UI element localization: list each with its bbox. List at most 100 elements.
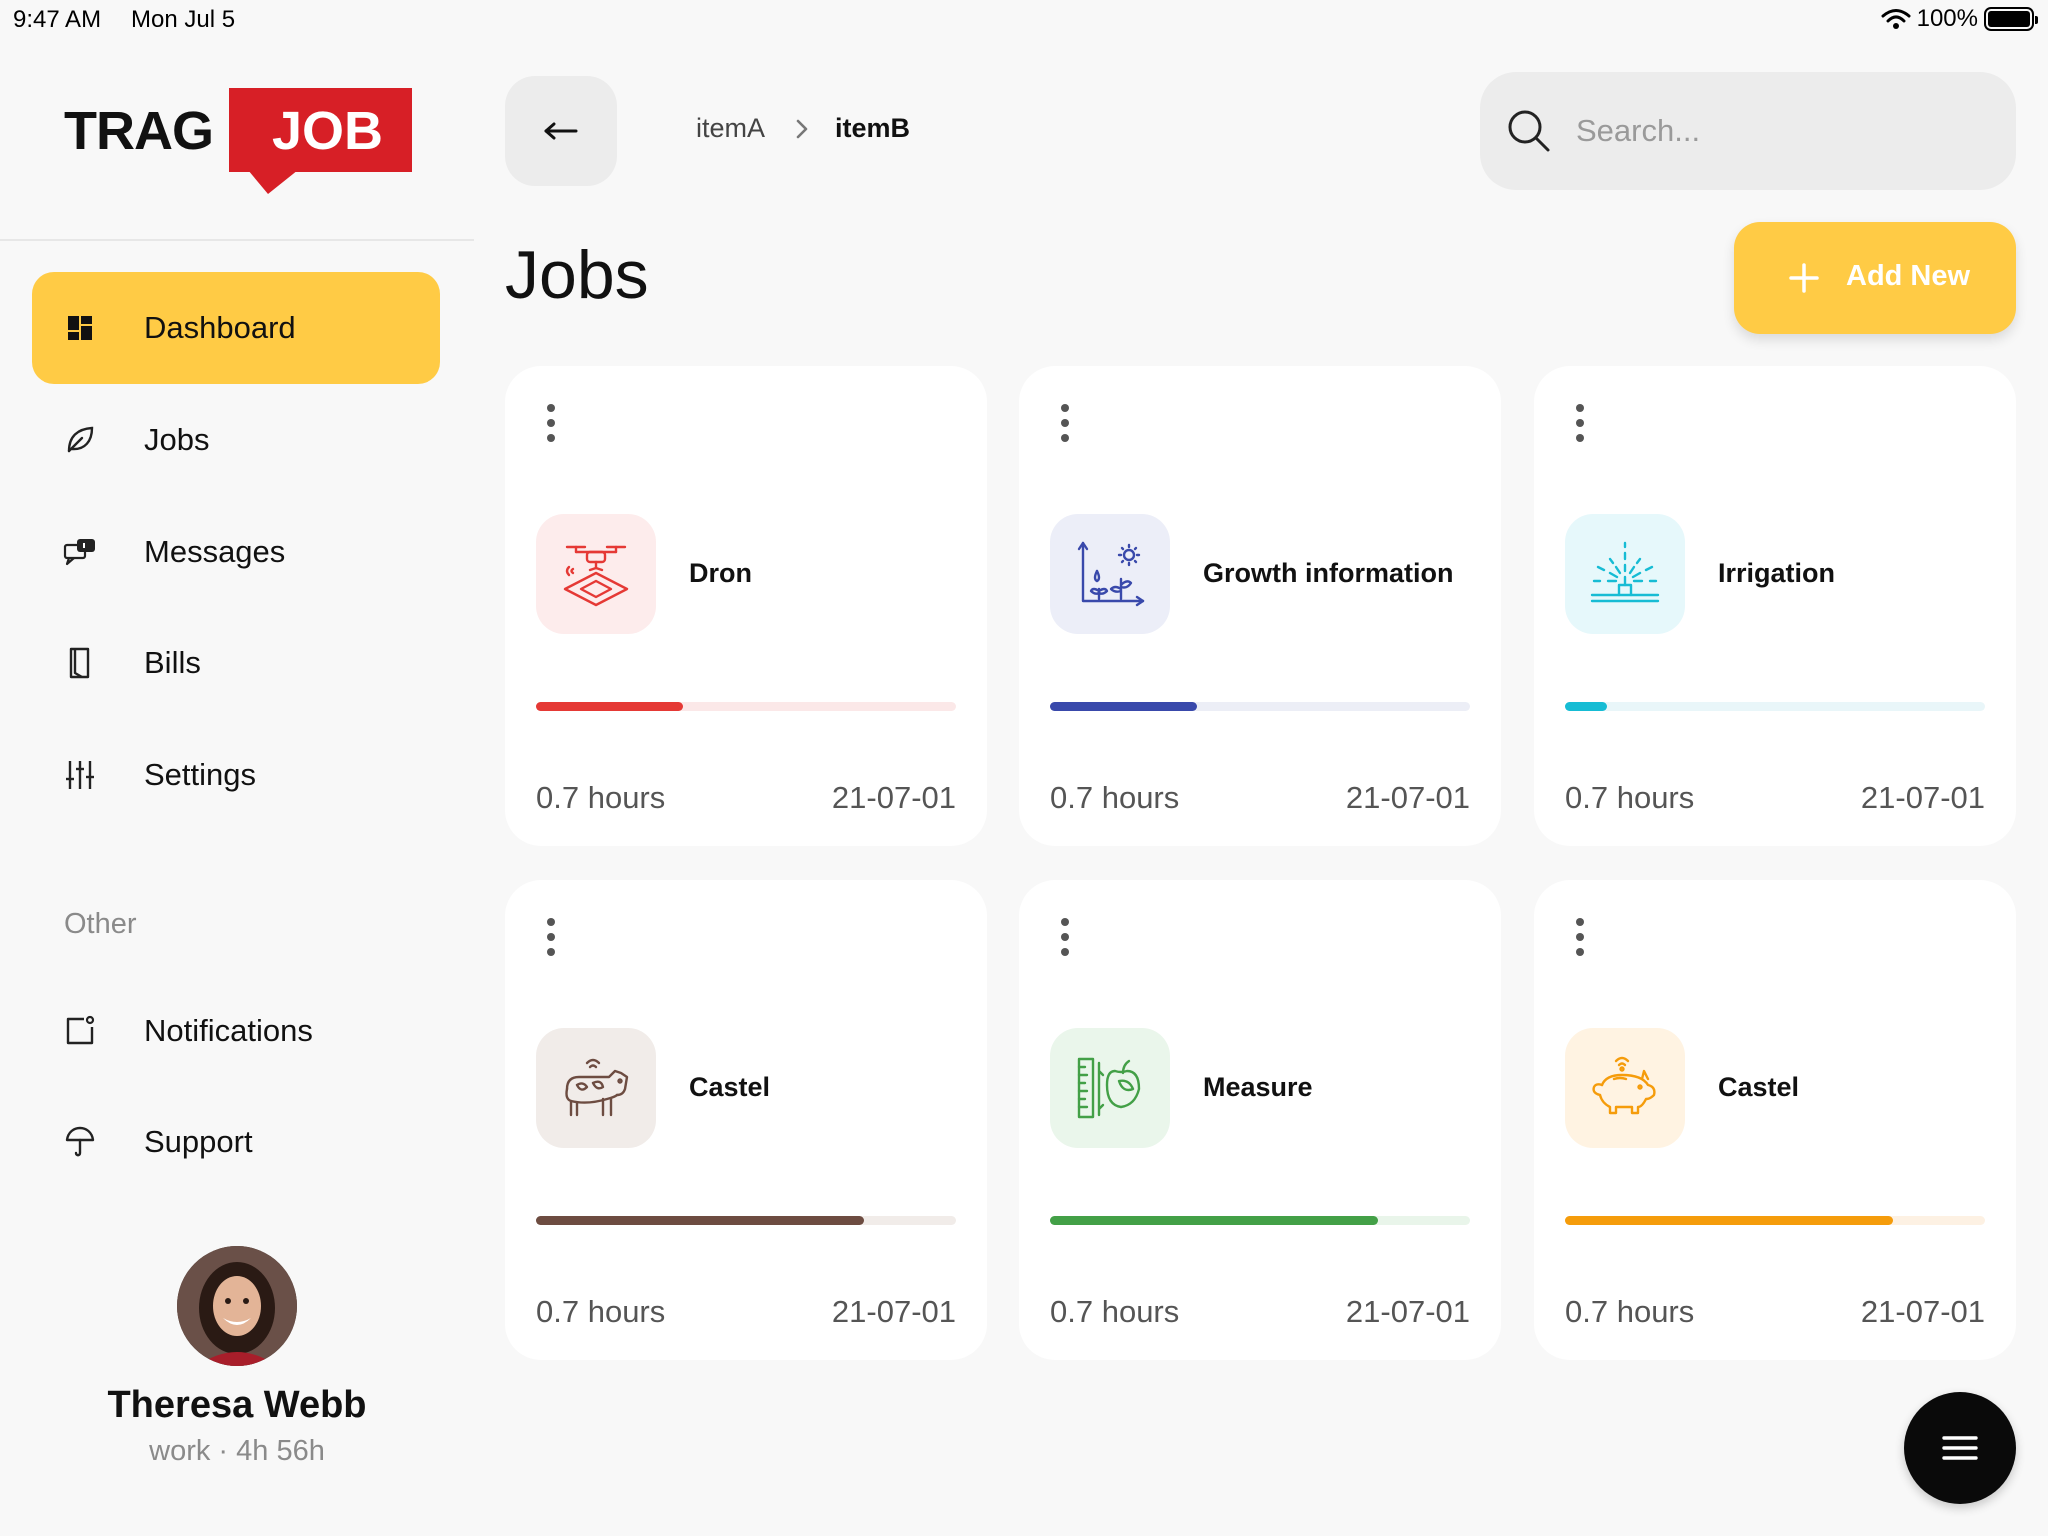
job-card[interactable]: Castel 0.7 hours 21-07-01 — [505, 880, 987, 1360]
progress-fill — [1050, 1216, 1378, 1225]
cow-icon — [536, 1028, 656, 1148]
battery-icon — [1984, 7, 2038, 31]
logo[interactable]: TRAG JOB — [64, 88, 424, 198]
messages-icon — [62, 534, 98, 570]
card-date: 21-07-01 — [1345, 780, 1470, 815]
card-title: Dron — [689, 558, 752, 588]
breadcrumb-item-b[interactable]: itemB — [835, 113, 910, 144]
progress-fill — [536, 1216, 864, 1225]
bill-icon — [62, 645, 98, 681]
search-icon — [1508, 110, 1550, 152]
menu-icon — [1942, 1436, 1978, 1460]
growth-chart-icon — [1050, 514, 1170, 634]
sidebar-item-messages[interactable]: Messages — [32, 496, 440, 608]
progress-bar — [1050, 702, 1470, 711]
sidebar-item-dashboard[interactable]: Dashboard — [32, 272, 440, 384]
status-time: 9:47 AM — [13, 6, 102, 33]
progress-bar — [1050, 1216, 1470, 1225]
sidebar: TRAG JOB Dashboard Jobs Messages Bills S… — [0, 40, 474, 1536]
back-button[interactable] — [505, 76, 617, 186]
section-label-other: Other — [64, 908, 137, 940]
card-date: 21-07-01 — [1860, 780, 1985, 815]
progress-bar — [536, 1216, 956, 1225]
more-vertical-icon[interactable] — [1059, 404, 1071, 444]
progress-fill — [1565, 702, 1607, 711]
more-vertical-icon[interactable] — [1574, 918, 1586, 958]
card-hours: 0.7 hours — [1565, 1294, 1695, 1329]
sidebar-item-jobs[interactable]: Jobs — [32, 384, 440, 496]
battery-percent: 100% — [1916, 5, 1978, 32]
logo-text-job: JOB — [272, 101, 384, 161]
sidebar-item-notifications[interactable]: Notifications — [32, 975, 440, 1087]
sidebar-divider — [0, 239, 474, 241]
leaf-icon — [62, 422, 98, 458]
chevron-right-icon — [795, 118, 809, 140]
job-card[interactable]: Measure 0.7 hours 21-07-01 — [1019, 880, 1501, 1360]
status-date: Mon Jul 5 — [131, 6, 236, 33]
sidebar-item-label: Support — [144, 1124, 253, 1159]
card-title: Growth information — [1203, 558, 1454, 588]
drone-icon — [536, 514, 656, 634]
card-date: 21-07-01 — [831, 780, 956, 815]
wifi-icon — [1881, 9, 1911, 29]
sidebar-item-settings[interactable]: Settings — [32, 719, 440, 831]
job-card[interactable]: Dron 0.7 hours 21-07-01 — [505, 366, 987, 846]
notification-icon — [62, 1013, 98, 1049]
status-bar: 9:47 AM Mon Jul 5 100% — [0, 0, 2048, 40]
card-hours: 0.7 hours — [536, 1294, 666, 1329]
card-title: Castel — [689, 1072, 771, 1102]
progress-fill — [536, 702, 683, 711]
status-indicators: 100% — [1881, 5, 2038, 33]
page-title: Jobs — [505, 237, 649, 313]
breadcrumb-item-a[interactable]: itemA — [696, 113, 765, 144]
progress-bar — [536, 702, 956, 711]
card-title: Castel — [1718, 1072, 1800, 1102]
sidebar-item-label: Settings — [144, 757, 257, 792]
sidebar-item-support[interactable]: Support — [32, 1086, 440, 1198]
plus-icon — [1789, 263, 1819, 293]
sidebar-item-label: Messages — [144, 534, 286, 569]
measure-apple-icon — [1050, 1028, 1170, 1148]
more-vertical-icon[interactable] — [545, 404, 557, 444]
card-title: Measure — [1203, 1072, 1313, 1102]
job-card[interactable]: Castel 0.7 hours 21-07-01 — [1534, 880, 2016, 1360]
logo-badge-tail — [248, 170, 298, 194]
card-title: Irrigation — [1718, 558, 1836, 588]
sidebar-item-label: Notifications — [144, 1013, 313, 1048]
menu-fab-button[interactable] — [1904, 1392, 2016, 1504]
sidebar-item-bills[interactable]: Bills — [32, 607, 440, 719]
add-new-button[interactable]: Add New — [1734, 222, 2016, 334]
search-bar[interactable] — [1480, 72, 2016, 190]
sidebar-item-label: Dashboard — [144, 310, 296, 345]
card-hours: 0.7 hours — [1050, 1294, 1180, 1329]
card-hours: 0.7 hours — [536, 780, 666, 815]
sidebar-item-label: Bills — [144, 645, 201, 680]
sidebar-item-label: Jobs — [144, 422, 210, 457]
more-vertical-icon[interactable] — [545, 918, 557, 958]
sprinkler-icon — [1565, 514, 1685, 634]
profile-subtitle: work · 4h 56h — [149, 1435, 325, 1467]
card-date: 21-07-01 — [831, 1294, 956, 1329]
more-vertical-icon[interactable] — [1574, 404, 1586, 444]
add-new-label: Add New — [1846, 260, 1971, 292]
search-input[interactable] — [1576, 102, 1996, 160]
job-card[interactable]: Irrigation 0.7 hours 21-07-01 — [1534, 366, 2016, 846]
umbrella-icon — [62, 1124, 98, 1160]
card-date: 21-07-01 — [1345, 1294, 1470, 1329]
breadcrumb: itemA itemB — [696, 113, 910, 144]
profile-name: Theresa Webb — [107, 1384, 367, 1426]
progress-fill — [1050, 702, 1197, 711]
job-card[interactable]: Growth information 0.7 hours 21-07-01 — [1019, 366, 1501, 846]
arrow-left-icon — [544, 122, 578, 140]
card-hours: 0.7 hours — [1565, 780, 1695, 815]
progress-fill — [1565, 1216, 1893, 1225]
card-hours: 0.7 hours — [1050, 780, 1180, 815]
card-date: 21-07-01 — [1860, 1294, 1985, 1329]
logo-text-trag: TRAG — [64, 101, 214, 161]
avatar[interactable] — [177, 1246, 297, 1366]
sliders-icon — [62, 757, 98, 793]
more-vertical-icon[interactable] — [1059, 918, 1071, 958]
progress-bar — [1565, 1216, 1985, 1225]
dashboard-icon — [62, 310, 98, 346]
user-profile[interactable]: Theresa Webb work · 4h 56h — [0, 1246, 474, 1468]
